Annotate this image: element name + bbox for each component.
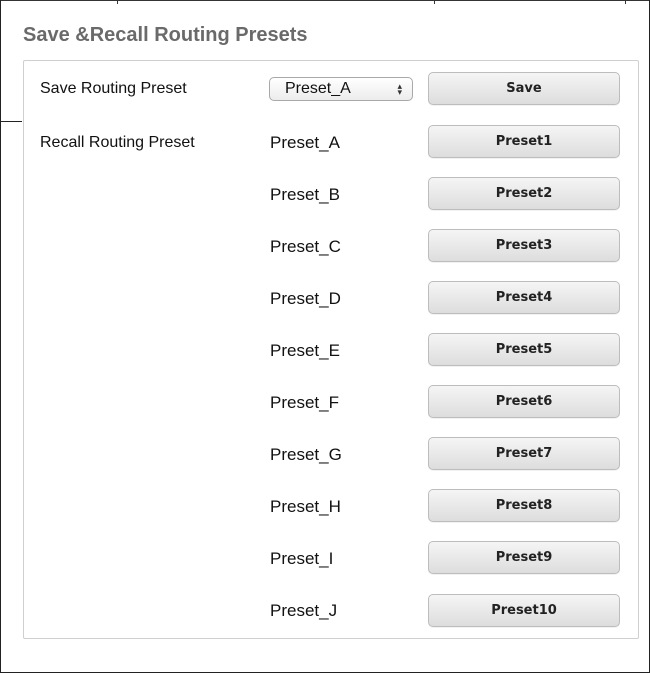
preset-name: Preset_G	[270, 445, 342, 464]
preset9-button[interactable]: Preset9	[428, 541, 620, 574]
preset2-button[interactable]: Preset2	[428, 177, 620, 210]
preset-select-value: Preset_A	[285, 80, 351, 97]
preset3-button[interactable]: Preset3	[428, 229, 620, 262]
preset1-button[interactable]: Preset1	[428, 125, 620, 158]
presets-window: Save &Recall Routing Presets Save Routin…	[0, 0, 650, 673]
preset-name: Preset_D	[270, 289, 341, 308]
preset-name: Preset_A	[270, 133, 340, 152]
preset6-button[interactable]: Preset6	[428, 385, 620, 418]
preset8-button[interactable]: Preset8	[428, 489, 620, 522]
panel-title: Save &Recall Routing Presets	[23, 24, 308, 46]
recall-routing-preset-label: Recall Routing Preset	[40, 134, 195, 151]
preset10-button[interactable]: Preset10	[428, 594, 620, 627]
preset-name: Preset_C	[270, 237, 341, 256]
preset-name: Preset_B	[270, 185, 340, 204]
left-divider	[0, 121, 22, 122]
select-updown-icon: ▴ ▾	[397, 81, 402, 97]
save-routing-preset-label: Save Routing Preset	[40, 80, 187, 97]
preset-name: Preset_J	[270, 601, 338, 620]
preset-select[interactable]: Preset_A ▴ ▾	[269, 77, 413, 101]
preset4-button[interactable]: Preset4	[428, 281, 620, 314]
preset5-button[interactable]: Preset5	[428, 333, 620, 366]
preset-name: Preset_I	[270, 549, 334, 568]
save-button[interactable]: Save	[428, 72, 620, 105]
preset-name: Preset_H	[270, 497, 341, 516]
preset-name: Preset_F	[270, 393, 339, 412]
preset-name: Preset_E	[270, 341, 340, 360]
preset7-button[interactable]: Preset7	[428, 437, 620, 470]
